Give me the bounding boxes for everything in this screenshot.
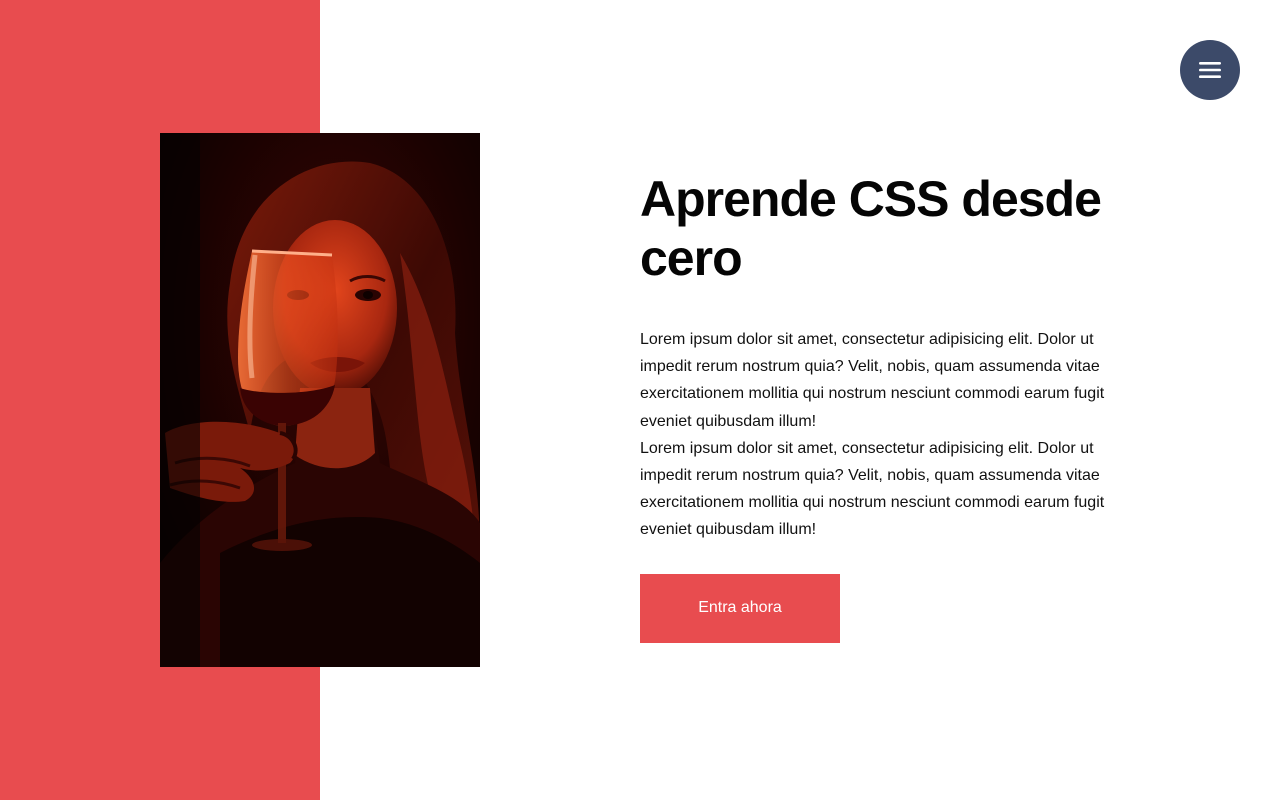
landing-page: Aprende CSS desde cero Lorem ipsum dolor… [0,0,1280,800]
hero-title: Aprende CSS desde cero [640,171,1102,286]
hero-paragraph: Lorem ipsum dolor sit amet, consectetur … [640,331,1105,430]
hero-paragraph: Lorem ipsum dolor sit amet, consectetur … [640,439,1105,539]
woman-with-wine-glass-photo [160,133,480,667]
cta-button[interactable]: Entra ahora [640,573,840,643]
menu-button[interactable] [1180,40,1240,100]
hamburger-menu-icon [1199,62,1221,78]
hero-photo [160,133,480,667]
hero-content: Aprende CSS desde cero Lorem ipsum dolor… [640,170,1140,643]
